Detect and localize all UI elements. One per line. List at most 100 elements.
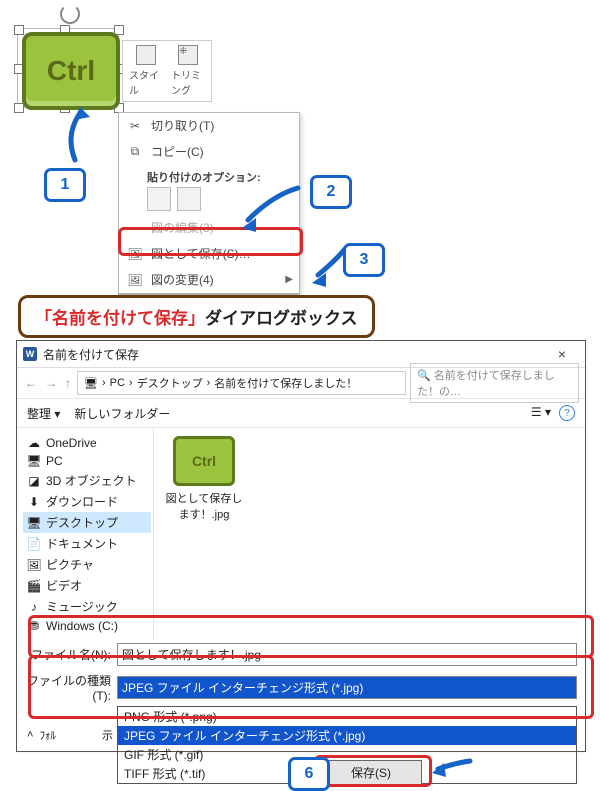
crop-icon: ⁜ <box>178 45 198 65</box>
filetype-option[interactable]: PNG 形式 (*.png) <box>118 707 576 726</box>
selected-image[interactable]: Ctrl <box>22 32 120 110</box>
filename-input[interactable]: 図として保存します！.jpg <box>117 643 577 666</box>
copy-icon: ⧉ <box>127 144 143 160</box>
edit-picture-label: 図の編集(3) <box>151 219 214 236</box>
tree-item-desktop[interactable]: 🖥デスクトップ <box>23 512 151 533</box>
tree-item-label: ピクチャ <box>46 556 94 573</box>
format-mini-toolbar: スタイル ⁜ トリミング <box>122 40 212 102</box>
thumbnail-label: 図として保存します！.jpg <box>164 490 244 522</box>
tree-item-cube[interactable]: ◪ 3D オブジェクト <box>23 470 151 491</box>
filetype-option-selected[interactable]: JPEG ファイル インターチェンジ形式 (*.jpg) <box>118 726 576 745</box>
cut-label: 切り取り(T) <box>151 117 214 134</box>
section-heading-rest: ダイアログボックス <box>205 309 358 328</box>
new-folder-button[interactable]: 新しいフォルダー <box>74 405 170 422</box>
change-image-icon: 🖼 <box>127 272 143 288</box>
tree-item-label: ミュージック <box>46 598 118 615</box>
crumb-desktop[interactable]: デスクトップ <box>137 375 203 391</box>
file-thumbnail[interactable]: Ctrl 図として保存します！.jpg <box>164 436 244 522</box>
filetype-select[interactable]: JPEG ファイル インターチェンジ形式 (*.jpg) <box>117 676 577 699</box>
folder-collapse-text2: 示 <box>102 727 113 743</box>
filetype-row: ファイルの種類(T): JPEG ファイル インターチェンジ形式 (*.jpg) <box>17 669 585 706</box>
folder-tree: ☁OneDrive 🖥 PC ◪ 3D オブジェクト ⬇ ダウンロード 🖥デスクトップ📄ドキュ… <box>17 428 154 640</box>
style-button[interactable]: スタイル <box>129 45 163 97</box>
filename-label: ファイル名(N): <box>25 646 111 663</box>
callout-3: 3 <box>343 243 385 277</box>
callout-1: 1 <box>44 168 86 202</box>
submenu-arrow-icon: ▶ <box>285 274 293 285</box>
tree-item-label: OneDrive <box>46 436 97 450</box>
music-icon: ♪ <box>27 600 41 614</box>
change-picture-label: 図の変更(4) <box>151 271 214 288</box>
resize-handle[interactable] <box>14 25 24 35</box>
breadcrumb[interactable]: 🖥 › PC › デスクトップ › 名前を付けて保存しました！ <box>77 371 406 395</box>
search-placeholder: 名前を付けて保存しました！の… <box>417 370 555 398</box>
download-icon: ⬇ <box>27 495 41 509</box>
callout-6: 6 <box>288 757 330 791</box>
save-image-icon: 🖼 <box>127 246 143 262</box>
doc-icon: 📄 <box>27 537 41 551</box>
crumb-sep: › <box>102 377 106 389</box>
save-button[interactable]: 保存(S) <box>320 760 422 785</box>
word-app-icon: W <box>23 347 37 361</box>
tree-item-cloud[interactable]: ☁OneDrive <box>23 434 151 452</box>
tree-item-label: Windows (C:) <box>46 619 118 633</box>
tree-item-pic[interactable]: 🖼 ピクチャ <box>23 554 151 575</box>
edit-icon <box>127 220 143 236</box>
tree-item-label: 3D オブジェクト <box>46 472 137 489</box>
save-as-picture-label: 図として保存(S)… <box>151 245 251 262</box>
tree-item-label: ダウンロード <box>46 493 118 510</box>
chevron-up-icon: ˄ <box>27 729 33 741</box>
change-picture-item[interactable]: 🖼 図の変更(4) ▶ <box>119 267 299 293</box>
tree-item-doc[interactable]: 📄ドキュメント <box>23 533 151 554</box>
search-icon: 🔍 <box>417 370 431 382</box>
thumbnail-image: Ctrl <box>173 436 235 486</box>
scissors-icon: ✂ <box>127 118 143 134</box>
crumb-sep: › <box>129 377 133 389</box>
tree-item-download[interactable]: ⬇ ダウンロード <box>23 491 151 512</box>
dialog-title: 名前を付けて保存 <box>43 346 139 363</box>
tree-item-label: デスクトップ <box>46 514 118 531</box>
cut-item[interactable]: ✂ 切り取り(T) <box>119 113 299 139</box>
tree-item-pc[interactable]: 🖥 PC <box>23 452 151 470</box>
section-heading-red: 「名前を付けて保存」 <box>35 309 205 328</box>
paste-option-1[interactable] <box>147 187 171 211</box>
tree-item-label: PC <box>46 454 63 468</box>
crop-button[interactable]: ⁜ トリミング <box>171 45 205 97</box>
style-icon <box>136 45 156 65</box>
crumb-sep: › <box>207 377 211 389</box>
view-button[interactable]: ☰ ▾ <box>531 405 551 421</box>
pc-icon: 🖥 <box>27 454 41 468</box>
filename-row: ファイル名(N): 図として保存します！.jpg <box>17 640 585 669</box>
save-as-dialog: W 名前を付けて保存 × ← → ↑ 🖥 › PC › デスクトップ › 名前を… <box>16 340 586 752</box>
crumb-pc[interactable]: PC <box>110 377 125 389</box>
context-menu: ✂ 切り取り(T) ⧉ コピー(C) 貼り付けのオプション: 図の編集(3) 🖼… <box>118 112 300 295</box>
crop-label: トリミング <box>171 67 205 97</box>
copy-item[interactable]: ⧉ コピー(C) <box>119 139 299 165</box>
forward-button[interactable]: → <box>43 376 59 390</box>
file-pane[interactable]: Ctrl 図として保存します！.jpg <box>154 428 585 640</box>
tree-item-video[interactable]: 🎬ビデオ <box>23 575 151 596</box>
help-button[interactable]: ? <box>559 405 575 421</box>
crumb-folder[interactable]: 名前を付けて保存しました！ <box>214 375 357 391</box>
folder-collapse[interactable]: ˄ ﾌｫﾙ 示 <box>27 727 113 743</box>
drive-icon: ⛃ <box>27 619 41 633</box>
callout-2: 2 <box>310 175 352 209</box>
style-label: スタイル <box>129 67 163 97</box>
tree-item-drive[interactable]: ⛃ Windows (C:) <box>23 617 151 635</box>
back-button[interactable]: ← <box>23 376 39 390</box>
save-as-picture-item[interactable]: 🖼 図として保存(S)… <box>119 241 299 267</box>
pic-icon: 🖼 <box>27 558 41 572</box>
edit-picture-item: 図の編集(3) <box>119 215 299 241</box>
paste-options <box>119 185 299 215</box>
search-input[interactable]: 🔍 名前を付けて保存しました！の… <box>410 363 579 403</box>
paste-option-2[interactable] <box>177 187 201 211</box>
rotate-handle-icon[interactable] <box>60 4 80 24</box>
close-button[interactable]: × <box>545 346 579 362</box>
tree-item-music[interactable]: ♪ ミュージック <box>23 596 151 617</box>
up-button[interactable]: ↑ <box>63 376 73 390</box>
pc-icon: 🖥 <box>84 377 98 390</box>
dialog-nav: ← → ↑ 🖥 › PC › デスクトップ › 名前を付けて保存しました！ 🔍 … <box>17 368 585 399</box>
cube-icon: ◪ <box>27 474 41 488</box>
ctrl-key-label: Ctrl <box>47 55 95 87</box>
organize-button[interactable]: 整理 ▾ <box>27 405 60 422</box>
